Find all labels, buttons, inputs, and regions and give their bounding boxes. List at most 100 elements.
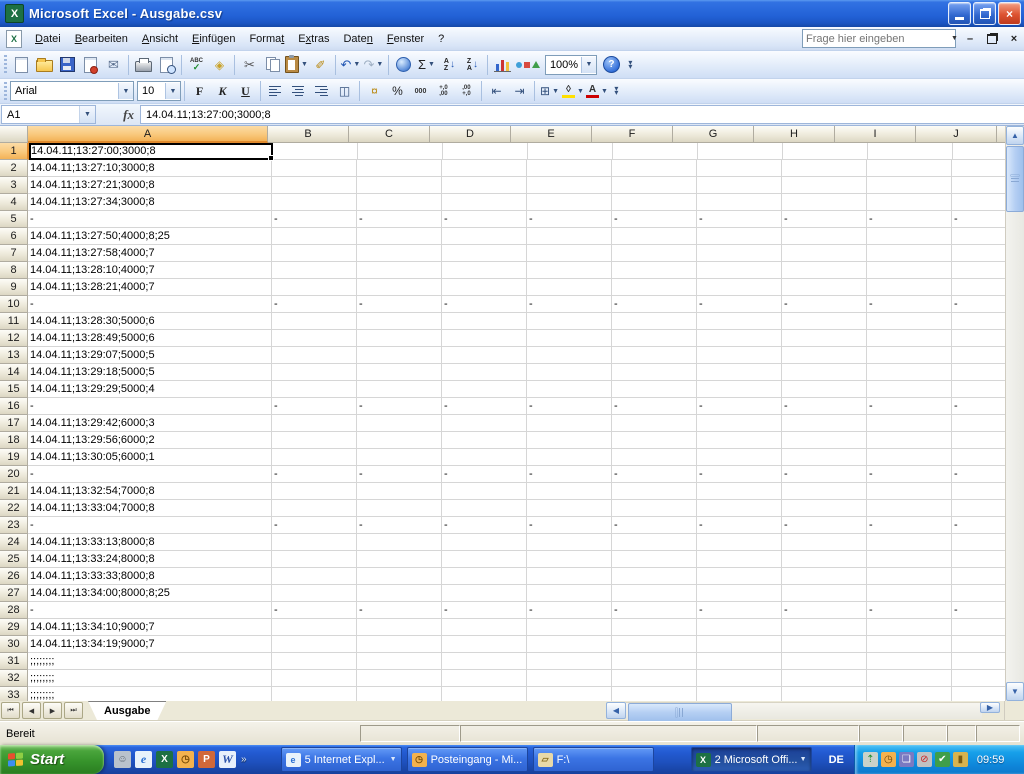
cell-B22[interactable] — [272, 500, 357, 517]
cell-A31[interactable]: ;;;;;;;; — [28, 653, 272, 670]
cell-C21[interactable] — [357, 483, 442, 500]
cell-I21[interactable] — [867, 483, 952, 500]
cell-B24[interactable] — [272, 534, 357, 551]
borders-icon-dropdown[interactable]: ▼ — [552, 88, 559, 95]
cell-D8[interactable] — [442, 262, 527, 279]
autosum-icon-dropdown[interactable]: ▼ — [428, 61, 435, 68]
cell-I10[interactable]: - — [867, 296, 952, 313]
research-icon[interactable]: ◈ — [209, 54, 230, 75]
cell-J8[interactable] — [952, 262, 1006, 279]
cell-I16[interactable]: - — [867, 398, 952, 415]
cell-B11[interactable] — [272, 313, 357, 330]
taskbar-button-excel-group-dropdown-icon[interactable]: ▼ — [800, 756, 807, 763]
scroll-up-icon[interactable]: ▲ — [1006, 126, 1024, 145]
excel-icon[interactable]: X — [156, 751, 173, 768]
cell-D29[interactable] — [442, 619, 527, 636]
cell-F29[interactable] — [612, 619, 697, 636]
row-header-6[interactable]: 6 — [0, 228, 28, 245]
cell-B30[interactable] — [272, 636, 357, 653]
cell-E7[interactable] — [527, 245, 612, 262]
cell-J17[interactable] — [952, 415, 1006, 432]
increase-decimal-icon[interactable]: +,0,00 — [433, 81, 454, 102]
column-header-f[interactable]: F — [592, 126, 673, 143]
cell-G26[interactable] — [697, 568, 782, 585]
cell-J5[interactable]: - — [952, 211, 1006, 228]
tab-scroll-prev-icon[interactable]: ◀ — [22, 702, 41, 719]
cell-F19[interactable] — [612, 449, 697, 466]
sort-ascending-icon[interactable]: A Z ↓ — [439, 54, 460, 75]
cell-F21[interactable] — [612, 483, 697, 500]
cell-B8[interactable] — [272, 262, 357, 279]
cut-icon[interactable]: ✂ — [239, 54, 260, 75]
cell-F18[interactable] — [612, 432, 697, 449]
cell-E31[interactable] — [527, 653, 612, 670]
cell-I2[interactable] — [867, 160, 952, 177]
cell-H15[interactable] — [782, 381, 867, 398]
cell-E6[interactable] — [527, 228, 612, 245]
cell-I4[interactable] — [867, 194, 952, 211]
cell-E10[interactable]: - — [527, 296, 612, 313]
cell-F11[interactable] — [612, 313, 697, 330]
cell-B9[interactable] — [272, 279, 357, 296]
cell-I30[interactable] — [867, 636, 952, 653]
cell-D24[interactable] — [442, 534, 527, 551]
safely-remove-hardware-icon[interactable]: ⇡ — [862, 752, 878, 767]
cell-A14[interactable]: 14.04.11;13:29:18;5000;5 — [28, 364, 272, 381]
cell-J28[interactable]: - — [952, 602, 1006, 619]
cell-D28[interactable]: - — [442, 602, 527, 619]
cell-E1[interactable] — [528, 143, 613, 160]
cell-B27[interactable] — [272, 585, 357, 602]
cell-D17[interactable] — [442, 415, 527, 432]
cell-I13[interactable] — [867, 347, 952, 364]
cell-C27[interactable] — [357, 585, 442, 602]
decrease-decimal-icon[interactable]: ,00 +,0 — [456, 81, 477, 102]
decrease-indent-icon[interactable]: ⇤ — [486, 81, 507, 102]
cell-E28[interactable]: - — [527, 602, 612, 619]
cell-H5[interactable]: - — [782, 211, 867, 228]
column-header-b[interactable]: B — [268, 126, 349, 143]
align-left-icon[interactable] — [265, 81, 286, 102]
row-header-12[interactable]: 12 — [0, 330, 28, 347]
insert-hyperlink-icon[interactable] — [393, 54, 414, 75]
row-header-4[interactable]: 4 — [0, 194, 28, 211]
cell-G30[interactable] — [697, 636, 782, 653]
cell-G32[interactable] — [697, 670, 782, 687]
cell-D6[interactable] — [442, 228, 527, 245]
cell-J13[interactable] — [952, 347, 1006, 364]
cell-D7[interactable] — [442, 245, 527, 262]
cell-J16[interactable]: - — [952, 398, 1006, 415]
cell-D19[interactable] — [442, 449, 527, 466]
cell-F25[interactable] — [612, 551, 697, 568]
close-button[interactable]: × — [998, 2, 1021, 25]
cell-B26[interactable] — [272, 568, 357, 585]
cell-D3[interactable] — [442, 177, 527, 194]
cell-A30[interactable]: 14.04.11;13:34:19;9000;7 — [28, 636, 272, 653]
redo-icon[interactable]: ↷ ▼ — [363, 54, 384, 75]
zoom-select[interactable]: 100% ▼ — [544, 54, 597, 75]
column-header-e[interactable]: E — [511, 126, 592, 143]
select-all-corner[interactable] — [0, 126, 28, 143]
cell-E12[interactable] — [527, 330, 612, 347]
row-header-13[interactable]: 13 — [0, 347, 28, 364]
outlook-icon[interactable]: ◷ — [177, 751, 194, 768]
cell-F23[interactable]: - — [612, 517, 697, 534]
cell-D2[interactable] — [442, 160, 527, 177]
merge-center-icon[interactable]: ◫ — [334, 81, 355, 102]
email-icon[interactable]: ✉ — [103, 54, 124, 75]
insert-function-icon[interactable]: fx — [117, 107, 140, 123]
cell-J23[interactable]: - — [952, 517, 1006, 534]
cell-H9[interactable] — [782, 279, 867, 296]
cell-E2[interactable] — [527, 160, 612, 177]
cell-F4[interactable] — [612, 194, 697, 211]
cell-I20[interactable]: - — [867, 466, 952, 483]
cell-A20[interactable]: - — [28, 466, 272, 483]
cell-C24[interactable] — [357, 534, 442, 551]
update-shield-icon[interactable]: ▮ — [952, 752, 968, 767]
cell-A4[interactable]: 14.04.11;13:27:34;3000;8 — [28, 194, 272, 211]
cell-H33[interactable] — [782, 687, 867, 701]
row-header-27[interactable]: 27 — [0, 585, 28, 602]
cell-B29[interactable] — [272, 619, 357, 636]
cell-F16[interactable]: - — [612, 398, 697, 415]
row-header-32[interactable]: 32 — [0, 670, 28, 687]
redo-icon-dropdown[interactable]: ▼ — [376, 61, 383, 68]
